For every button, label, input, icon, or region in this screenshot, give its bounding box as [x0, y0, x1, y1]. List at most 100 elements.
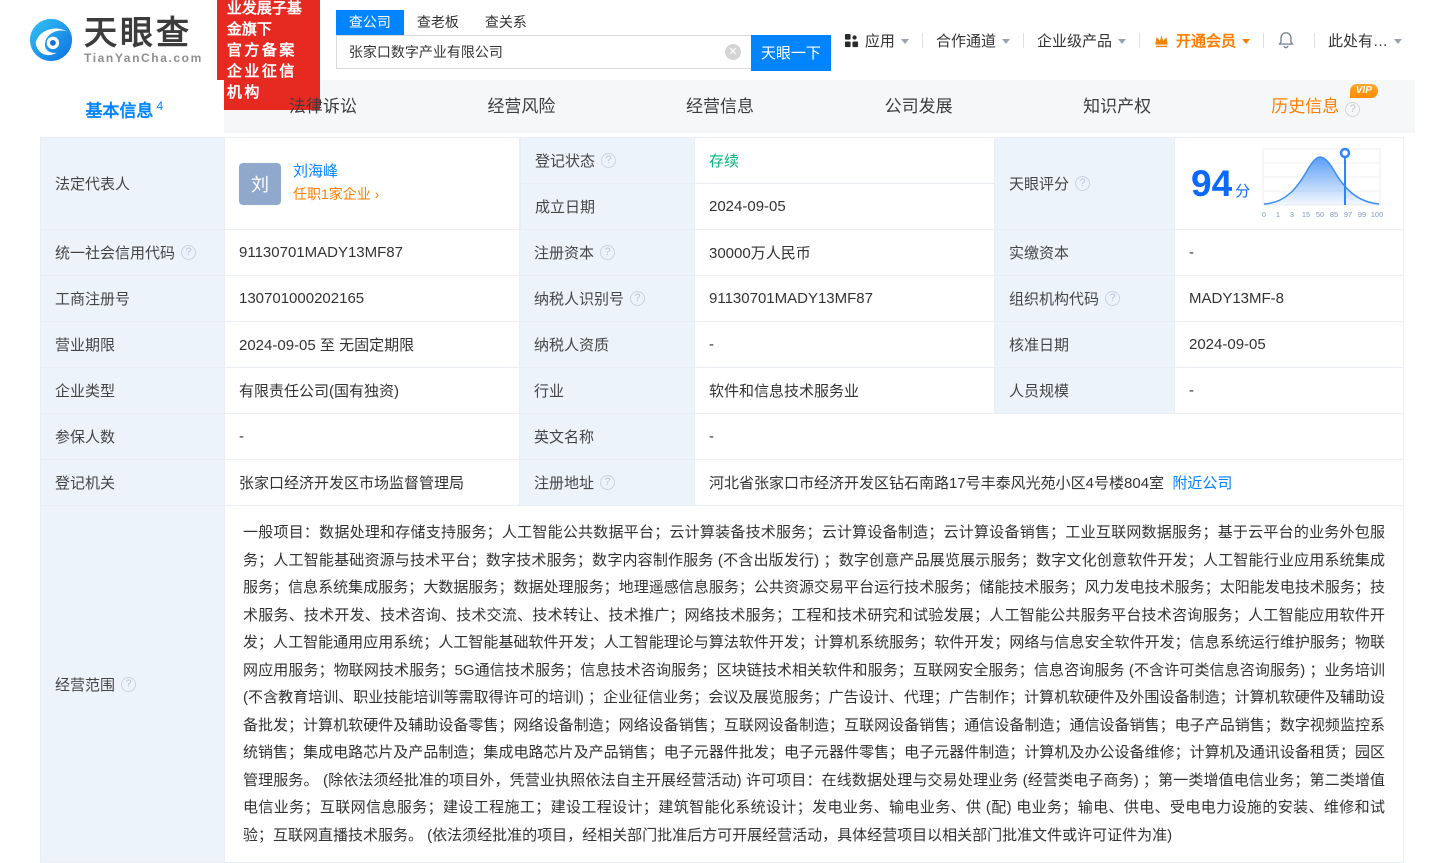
clear-search-icon[interactable]: ✕ — [725, 44, 741, 60]
tab-basic-info-label: 基本信息 — [85, 102, 153, 121]
business-reg-no-label: 工商注册号 — [40, 276, 225, 322]
help-icon[interactable]: ? — [600, 245, 615, 260]
table-row: 参保人数 - 英文名称 - — [40, 414, 1404, 460]
business-term-label: 营业期限 — [40, 322, 225, 368]
english-name-value: - — [695, 414, 1404, 460]
chevron-down-icon — [1242, 39, 1250, 44]
svg-text:50: 50 — [1316, 210, 1324, 219]
nearby-companies-link[interactable]: 附近公司 — [1172, 472, 1232, 493]
search-tabs: 查公司 查老板 查关系 — [336, 10, 831, 35]
tab-business-risk[interactable]: 经营风险 — [422, 80, 621, 133]
nav-partner-channel[interactable]: 合作通道 — [923, 30, 1023, 51]
tab-history-info[interactable]: 历史信息? VIP — [1216, 80, 1415, 133]
registry-authority-label: 登记机关 — [40, 460, 225, 506]
avatar[interactable]: 刘 — [239, 163, 281, 205]
help-icon[interactable]: ? — [601, 153, 616, 168]
search-button[interactable]: 天眼一下 — [751, 35, 831, 71]
tab-label: 经营风险 — [487, 97, 555, 116]
industry-value: 软件和信息技术服务业 — [695, 368, 995, 414]
nav-more-label: 此处有… — [1328, 30, 1388, 51]
reg-status-value: 存续 — [695, 138, 995, 184]
org-code-label: 组织机构代码? — [995, 276, 1175, 322]
notification-bell[interactable] — [1264, 31, 1314, 49]
help-icon[interactable]: ? — [1105, 291, 1120, 306]
table-row: 营业期限 2024-09-05 至 无固定期限 纳税人资质 - 核准日期 202… — [40, 322, 1404, 368]
chevron-down-icon — [1002, 39, 1010, 44]
svg-text:100: 100 — [1371, 210, 1384, 219]
help-icon[interactable]: ? — [1345, 102, 1360, 117]
chevron-down-icon — [901, 39, 909, 44]
table-subrow: 成立日期 2024-09-05 — [520, 184, 995, 230]
tab-business-info[interactable]: 经营信息 — [621, 80, 820, 133]
business-scope-value: 一般项目：数据处理和存储支持服务；人工智能公共数据平台；云计算装备技术服务；云计… — [225, 506, 1404, 863]
taxpayer-id-label: 纳税人识别号? — [520, 276, 695, 322]
svg-text:15: 15 — [1302, 210, 1310, 219]
industry-label: 行业 — [520, 368, 695, 414]
english-name-label: 英文名称 — [520, 414, 695, 460]
legal-rep-label: 法定代表人 — [40, 138, 225, 230]
registered-capital-value: 30000万人民币 — [695, 230, 995, 276]
table-row: 企业类型 有限责任公司(国有独资) 行业 软件和信息技术服务业 人员规模 - — [40, 368, 1404, 414]
help-icon[interactable]: ? — [630, 291, 645, 306]
table-row: 登记机关 张家口经济开发区市场监督管理局 注册地址? 河北省张家口市经济开发区钻… — [40, 460, 1404, 506]
tab-basic-info[interactable]: 基本信息4 — [25, 80, 224, 133]
credit-code-value: 91130701MADY13MF87 — [225, 230, 520, 276]
top-header: 天眼查 TianYanCha.com 国家中小企业发展子基金旗下 官方备案企业征… — [0, 0, 1429, 80]
tab-label: 经营信息 — [686, 97, 754, 116]
nav-more[interactable]: 此处有… — [1315, 30, 1415, 51]
legal-rep-positions-link[interactable]: 任职1家企业 › — [293, 186, 379, 202]
registered-address-label: 注册地址? — [520, 460, 695, 506]
establish-date-label: 成立日期 — [520, 184, 695, 230]
crown-icon — [1153, 32, 1170, 48]
legal-rep-name-link[interactable]: 刘海峰 — [293, 163, 338, 180]
help-icon[interactable]: ? — [1075, 176, 1090, 191]
nav-partner-label: 合作通道 — [936, 30, 996, 51]
table-row: 法定代表人 刘 刘海峰 任职1家企业 › 登记状态? 存续 成立日期 2024-… — [40, 138, 1404, 230]
tab-legal-litigation[interactable]: 法律诉讼 — [224, 80, 423, 133]
insured-count-label: 参保人数 — [40, 414, 225, 460]
search-tab-company[interactable]: 查公司 — [336, 10, 404, 35]
tianyancha-logo[interactable]: 天眼查 TianYanCha.com — [28, 16, 203, 65]
search-tab-boss[interactable]: 查老板 — [404, 10, 472, 35]
nav-enterprise-products[interactable]: 企业级产品 — [1024, 30, 1139, 51]
score-label: 天眼评分? — [995, 138, 1175, 230]
search-input[interactable] — [336, 35, 751, 69]
svg-text:97: 97 — [1344, 210, 1352, 219]
svg-text:3: 3 — [1290, 210, 1294, 219]
help-icon[interactable]: ? — [121, 677, 136, 692]
org-code-value: MADY13MF-8 — [1175, 276, 1404, 322]
staff-size-value: - — [1175, 368, 1404, 414]
company-info-table: 法定代表人 刘 刘海峰 任职1家企业 › 登记状态? 存续 成立日期 2024-… — [40, 137, 1404, 863]
registered-capital-label: 注册资本? — [520, 230, 695, 276]
help-icon[interactable]: ? — [600, 475, 615, 490]
reg-status-label: 登记状态? — [520, 138, 695, 184]
credit-code-label: 统一社会信用代码? — [40, 230, 225, 276]
business-term-value: 2024-09-05 至 无固定期限 — [225, 322, 520, 368]
registered-address-value: 河北省张家口市经济开发区钻石南路17号丰泰风光苑小区4号楼804室 附近公司 — [695, 460, 1404, 506]
tab-label: 知识产权 — [1083, 97, 1151, 116]
svg-text:0: 0 — [1262, 210, 1266, 219]
business-reg-no-value: 130701000202165 — [225, 276, 520, 322]
top-nav: 应用 合作通道 企业级产品 开通会员 此处有… — [831, 30, 1429, 51]
nav-apps[interactable]: 应用 — [831, 30, 922, 51]
help-icon[interactable]: ? — [181, 245, 196, 260]
paid-capital-value: - — [1175, 230, 1404, 276]
nav-open-vip[interactable]: 开通会员 — [1140, 30, 1263, 51]
score-unit: 分 — [1235, 180, 1250, 201]
logo-domain: TianYanCha.com — [84, 51, 203, 65]
tab-basic-info-count: 4 — [156, 99, 163, 113]
score-distribution-chart: 0 1 3 15 50 85 97 99 100 — [1258, 145, 1386, 222]
taxpayer-id-value: 91130701MADY13MF87 — [695, 276, 995, 322]
tab-company-development[interactable]: 公司发展 — [819, 80, 1018, 133]
tab-label: 历史信息 — [1271, 97, 1339, 116]
business-scope-label: 经营范围? — [40, 506, 225, 863]
bell-icon — [1277, 31, 1295, 49]
svg-text:85: 85 — [1330, 210, 1338, 219]
chevron-down-icon — [1118, 39, 1126, 44]
table-row: 统一社会信用代码? 91130701MADY13MF87 注册资本? 30000… — [40, 230, 1404, 276]
nav-enterprise-label: 企业级产品 — [1037, 30, 1112, 51]
tab-intellectual-property[interactable]: 知识产权 — [1018, 80, 1217, 133]
search-tab-relation[interactable]: 查关系 — [472, 10, 540, 35]
nav-apps-label: 应用 — [865, 30, 895, 51]
company-type-value: 有限责任公司(国有独资) — [225, 368, 520, 414]
